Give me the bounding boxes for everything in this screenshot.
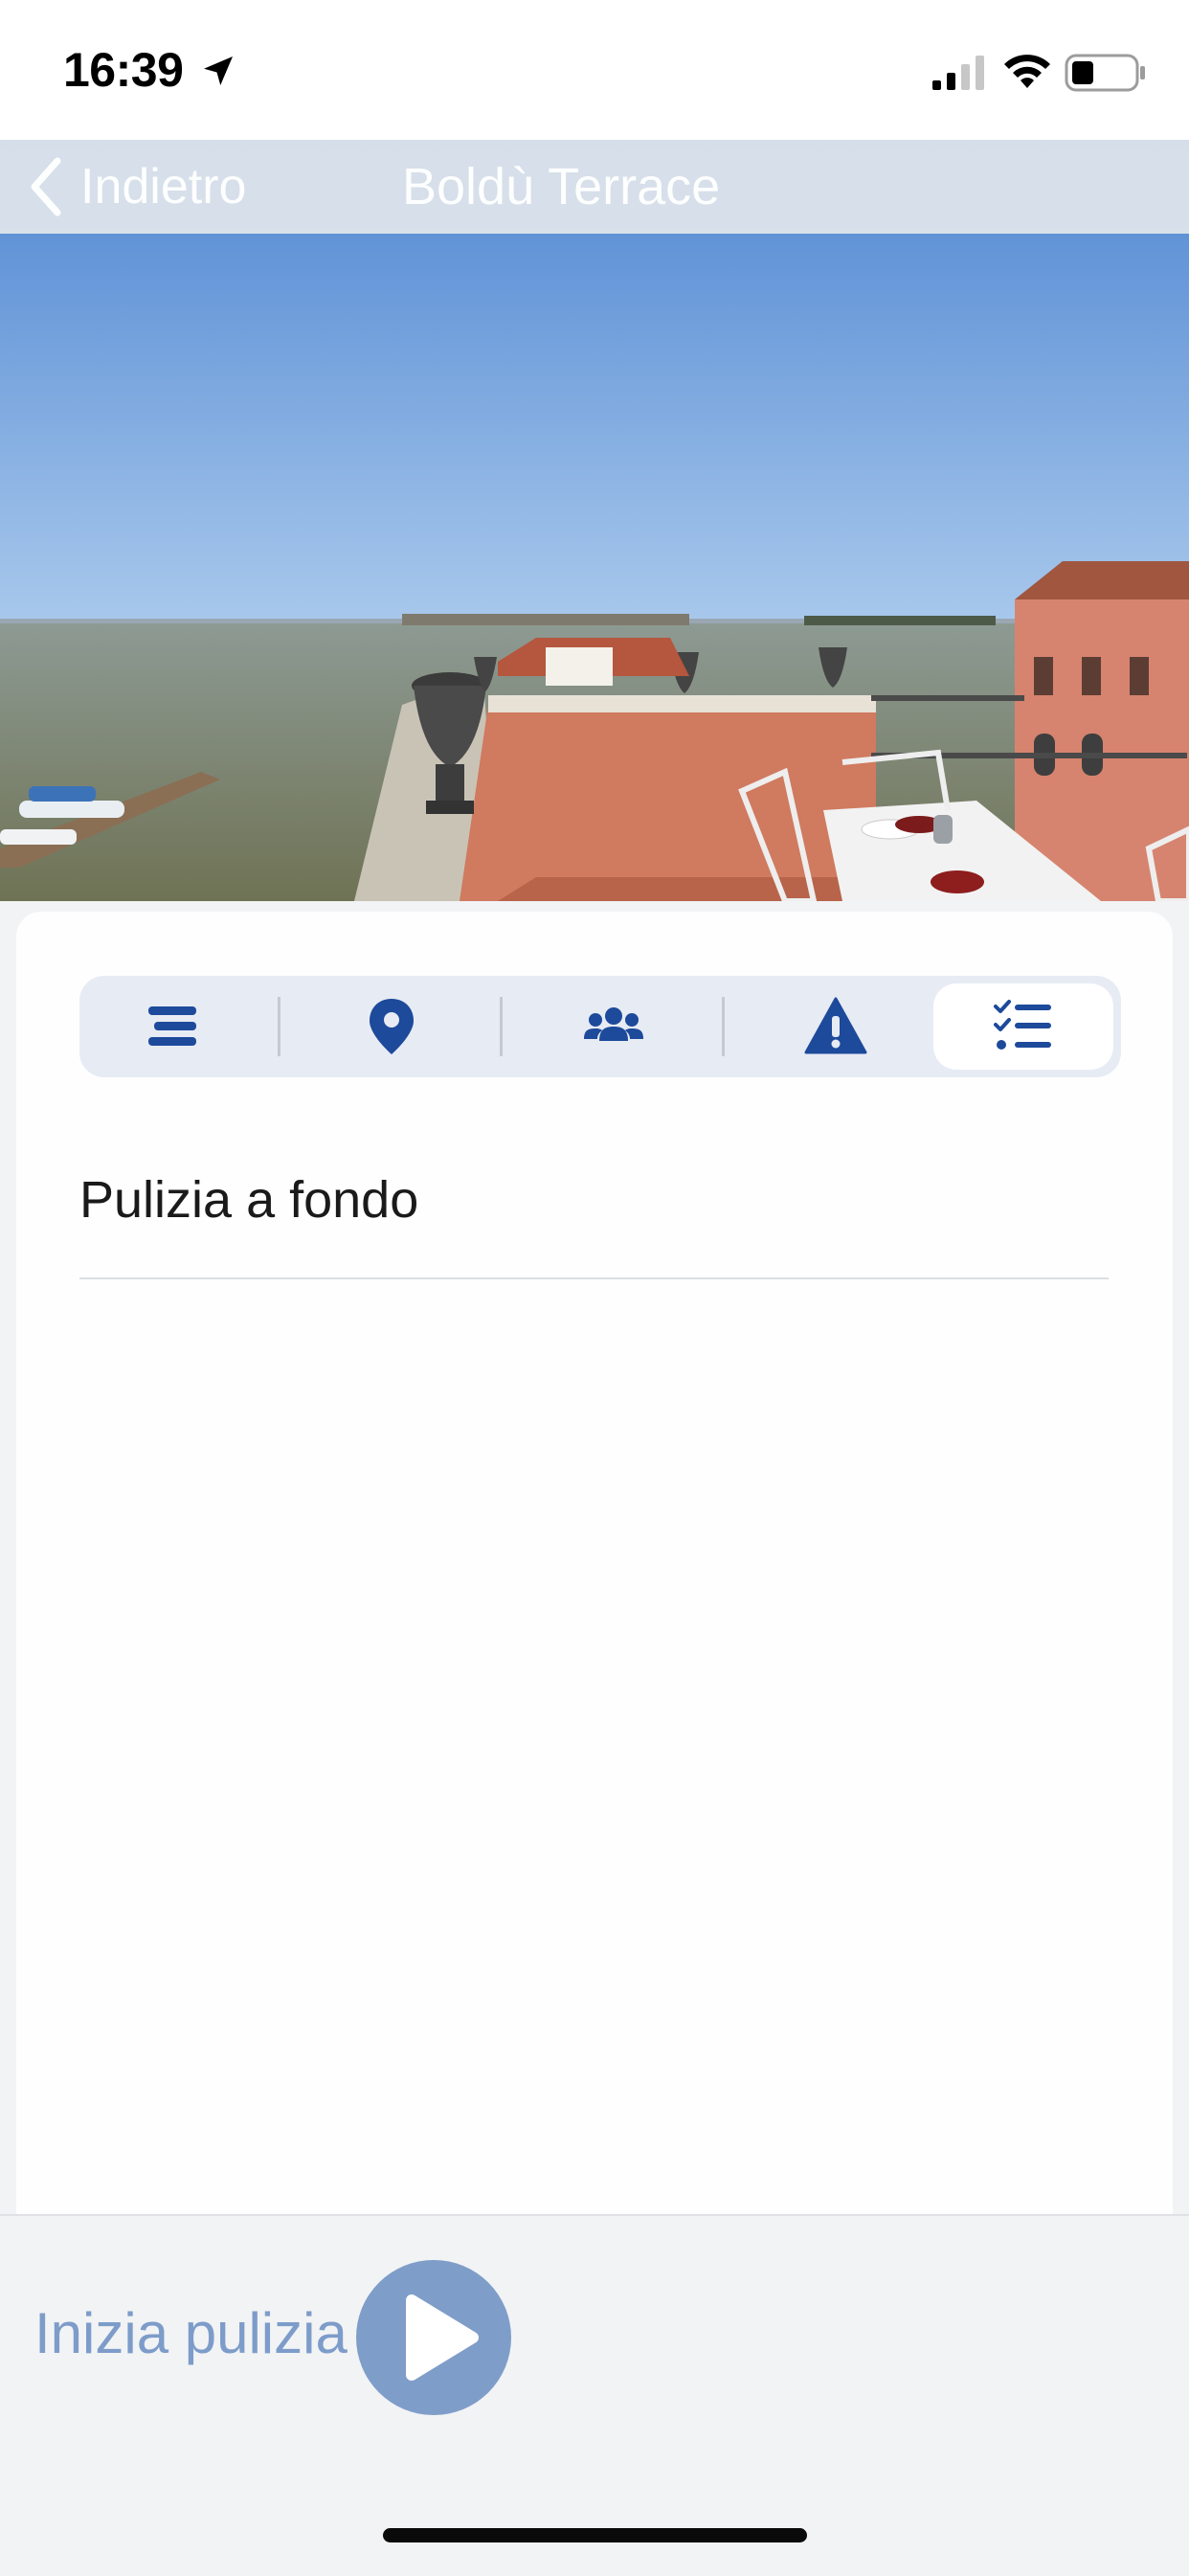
start-cleaning-label[interactable]: Inizia pulizia [34, 2300, 348, 2366]
divider [79, 1277, 1109, 1279]
navigation-bar: Indietro Boldù Terrace [0, 140, 1189, 234]
home-indicator[interactable] [383, 2528, 807, 2542]
tab-location[interactable] [290, 976, 493, 1077]
status-time: 16:39 [63, 43, 184, 97]
warning-icon [804, 997, 867, 1054]
venice-terrace-image [0, 140, 1189, 901]
status-bar: 16:39 [0, 0, 1189, 140]
battery-icon [1065, 54, 1145, 92]
play-icon [406, 2294, 479, 2381]
tab-divider [278, 997, 280, 1056]
location-arrow-icon [204, 56, 233, 85]
tab-description[interactable] [79, 976, 265, 1077]
property-photo [0, 140, 1189, 901]
tab-divider [722, 997, 725, 1056]
align-lines-icon [148, 1006, 196, 1046]
back-label: Indietro [80, 159, 247, 215]
back-button[interactable]: Indietro [27, 140, 246, 234]
wifi-icon [1004, 55, 1050, 88]
start-cleaning-button[interactable] [356, 2260, 511, 2415]
users-icon [584, 1007, 643, 1041]
page-title: Boldù Terrace [402, 158, 721, 215]
tab-checklist[interactable] [933, 983, 1113, 1070]
checklist-item-label: Pulizia a fondo [79, 1171, 419, 1229]
content-card: Pulizia a fondo [16, 912, 1173, 2214]
tab-divider [500, 997, 503, 1056]
tab-bar [79, 976, 1121, 1077]
bottom-action-bar: Inizia pulizia [0, 2214, 1189, 2576]
tab-issues[interactable] [734, 976, 937, 1077]
chevron-left-icon [31, 157, 61, 216]
map-pin-icon [370, 999, 414, 1054]
checklist-icon [994, 1000, 1051, 1050]
signal-icon [932, 56, 984, 90]
tab-guests[interactable] [512, 976, 715, 1077]
